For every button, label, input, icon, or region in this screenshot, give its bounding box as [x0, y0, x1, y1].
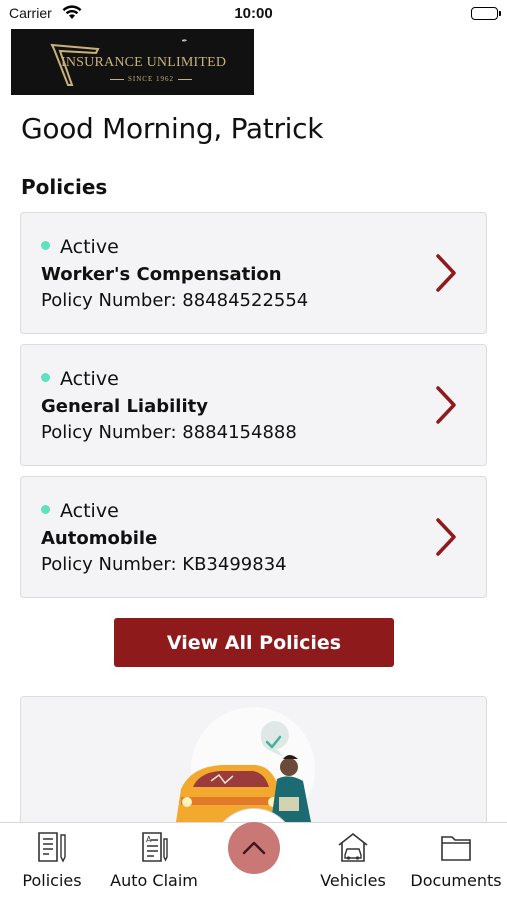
expand-menu-button[interactable]: [228, 822, 280, 874]
tab-vehicles[interactable]: Vehicles: [303, 831, 403, 890]
tab-label: Documents: [410, 871, 502, 890]
active-status-dot-icon: [41, 240, 50, 250]
tab-label: Auto Claim: [110, 871, 198, 890]
logo-script: ✒: [181, 37, 187, 45]
battery-icon: [471, 7, 501, 20]
policy-document-icon: [38, 832, 66, 863]
policy-card[interactable]: Active General Liability Policy Number: …: [20, 344, 487, 466]
tab-policies[interactable]: Policies: [2, 831, 102, 890]
view-all-policies-button[interactable]: View All Policies: [114, 618, 394, 667]
claim-form-icon: A: [142, 832, 168, 862]
tab-label: Vehicles: [320, 871, 386, 890]
policy-type: General Liability: [41, 396, 208, 417]
chevron-right-icon[interactable]: [434, 253, 458, 293]
company-logo: ✒ INSURANCE UNLIMITED SINCE 1962: [11, 29, 254, 95]
status-bar: Carrier 10:00: [0, 0, 507, 28]
tab-label: Policies: [22, 871, 82, 890]
greeting: Good Morning, Patrick: [21, 112, 324, 145]
policies-section-title: Policies: [21, 175, 108, 199]
policy-type: Worker's Compensation: [41, 264, 282, 285]
chevron-right-icon[interactable]: [434, 385, 458, 425]
folder-icon: [441, 836, 471, 861]
policy-number: Policy Number: KB3499834: [41, 554, 287, 575]
active-status-dot-icon: [41, 372, 50, 382]
tab-auto-claim[interactable]: A Auto Claim: [104, 831, 204, 890]
vehicle-garage-icon: [338, 832, 368, 862]
policy-status-label: Active: [60, 500, 119, 522]
policy-card[interactable]: Active Automobile Policy Number: KB34998…: [20, 476, 487, 598]
policy-status: Active: [41, 500, 119, 522]
policy-number: Policy Number: 8884154888: [41, 422, 297, 443]
chevron-up-icon: [242, 841, 266, 855]
active-status-dot-icon: [41, 504, 50, 514]
policy-status: Active: [41, 368, 119, 390]
policy-card[interactable]: Active Worker's Compensation Policy Numb…: [20, 212, 487, 334]
policy-type: Automobile: [41, 528, 158, 549]
tab-documents[interactable]: Documents: [406, 831, 506, 890]
policy-status: Active: [41, 236, 119, 258]
policy-status-label: Active: [60, 236, 119, 258]
policy-status-label: Active: [60, 368, 119, 390]
policy-number: Policy Number: 88484522554: [41, 290, 309, 311]
logo-tagline: SINCE 1962: [106, 75, 196, 83]
clock: 10:00: [234, 5, 273, 22]
logo-name: INSURANCE UNLIMITED: [61, 55, 227, 70]
chevron-right-icon[interactable]: [434, 517, 458, 557]
